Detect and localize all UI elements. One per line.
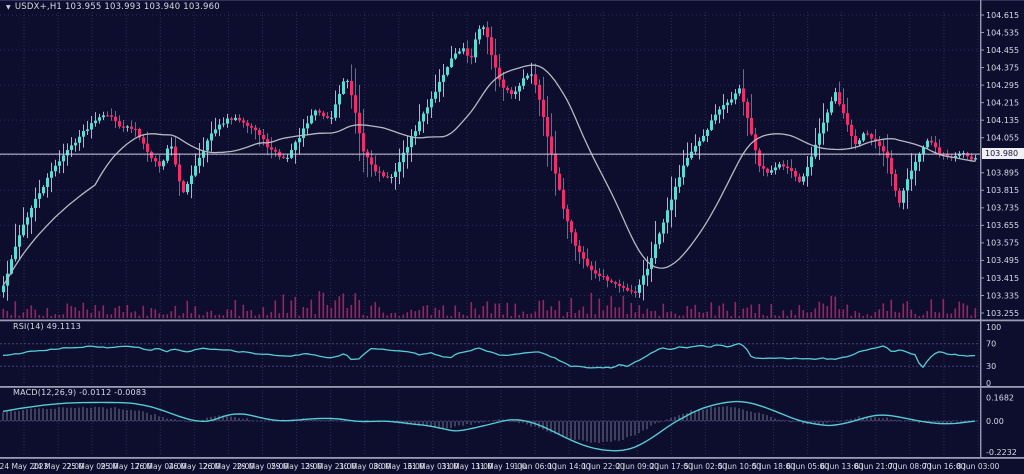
price-axis-label: 103.495 [986, 256, 1019, 265]
price-axis-label: 103.575 [986, 239, 1019, 248]
price-axis-label: 104.535 [986, 28, 1019, 37]
price-axis-label: 104.455 [986, 46, 1019, 55]
symbol-dropdown-icon[interactable]: ▼ [6, 4, 11, 11]
rsi-line [3, 344, 975, 368]
rsi-axis-label: 100 [986, 323, 1001, 332]
rsi-axis-label: 70 [986, 340, 996, 349]
macd-axis-label: 0.00 [986, 417, 1004, 426]
price-axis-label: 103.735 [986, 204, 1019, 213]
price-axis-label: 103.895 [986, 169, 1019, 178]
price-axis-label: 103.415 [986, 274, 1019, 283]
macd-axis-label: -0.2232 [986, 448, 1017, 457]
rsi-axis-label: 0 [986, 379, 991, 388]
axis-separator[interactable] [980, 0, 981, 458]
price-axis-label: 104.375 [986, 63, 1019, 72]
panel-separator[interactable] [0, 386, 1024, 388]
chart-symbol-ohlc: ▼ USDX+,H1 103.955 103.993 103.940 103.9… [6, 2, 220, 12]
panel-separator[interactable] [0, 320, 1024, 322]
price-axis-label: 104.215 [986, 98, 1019, 107]
current-price-tag: 103.980 [982, 148, 1024, 159]
macd-axis-label: 0.1682 [986, 393, 1014, 402]
price-axis-label: 104.135 [986, 116, 1019, 125]
macd-indicator-label: MACD(12,26,9) -0.0112 -0.0083 [13, 388, 146, 397]
price-axis-label: 104.615 [986, 11, 1019, 20]
time-axis-label: 8 Jun 03:00 [957, 462, 1000, 471]
price-axis-label: 103.815 [986, 186, 1019, 195]
price-axis-label: 103.655 [986, 221, 1019, 230]
price-axis-label: 104.055 [986, 134, 1019, 143]
rsi-axis-label: 30 [986, 362, 996, 371]
panel-separator[interactable] [0, 457, 1024, 459]
indicator-layer [0, 65, 980, 451]
rsi-indicator-label: RSI(14) 49.1113 [13, 322, 81, 331]
price-axis-label: 103.255 [986, 309, 1019, 318]
candles-layer [2, 22, 977, 301]
chart-canvas[interactable]: 104.615 104.535 104.455 104.375 104.295 104.2… [0, 0, 1024, 474]
trading-chart-window: 104.615 104.535 104.455 104.375 104.295 104.2… [0, 0, 1024, 474]
macd-signal-line [3, 402, 975, 451]
ma-line [3, 65, 975, 286]
chart-title-text: USDX+,H1 103.955 103.993 103.940 103.960 [15, 2, 220, 12]
price-axis-label: 103.335 [986, 291, 1019, 300]
price-axis-label: 104.295 [986, 81, 1019, 90]
